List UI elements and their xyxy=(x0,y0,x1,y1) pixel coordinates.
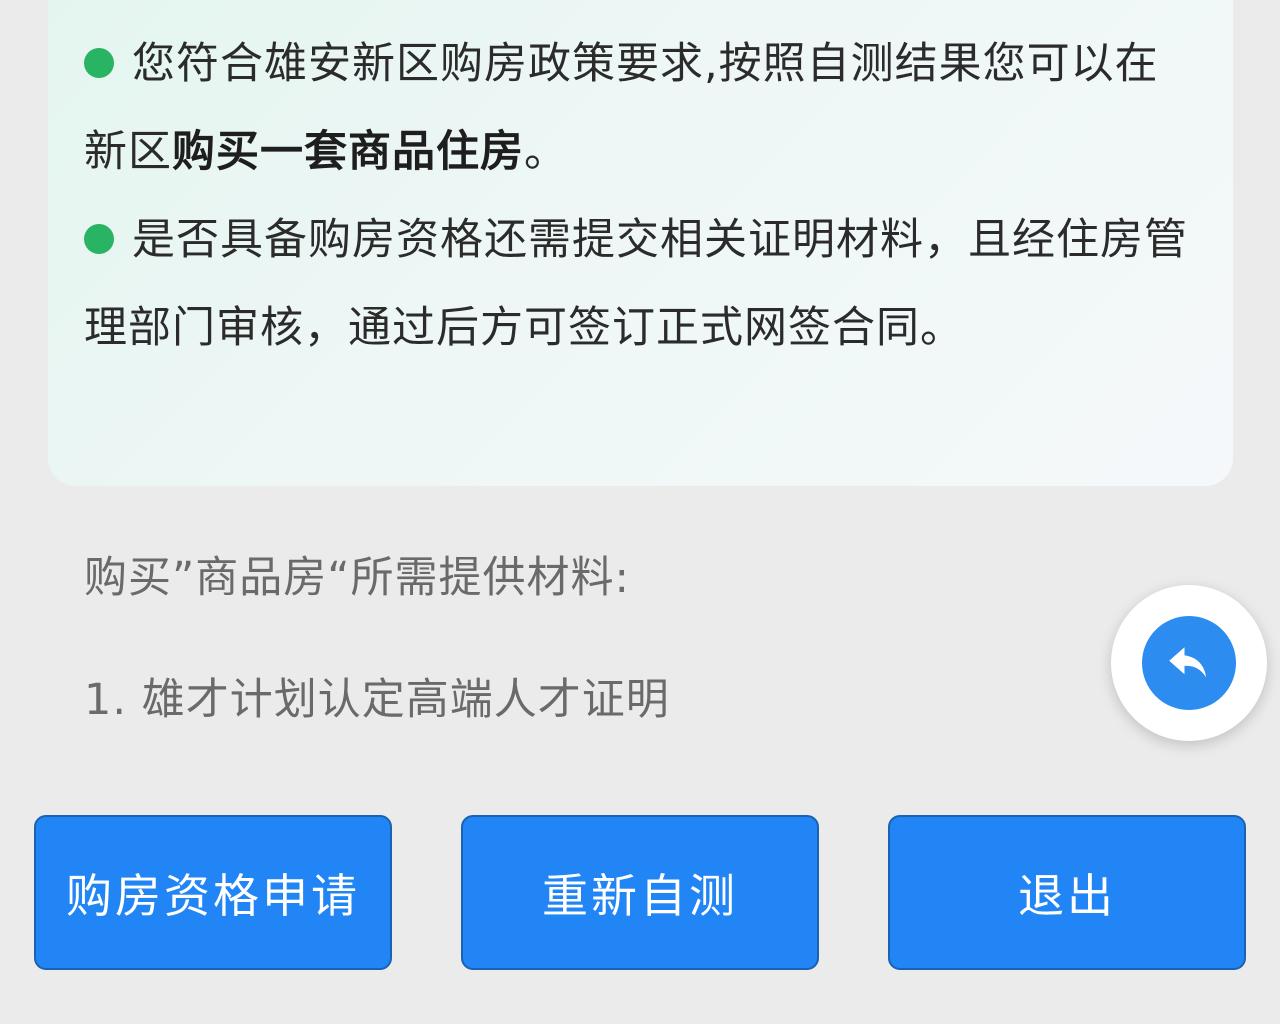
materials-list-item: 1. 雄才计划认定高端人才证明 xyxy=(84,675,670,725)
notice-verification: 是否具备购房资格还需提交相关证明材料，且经住房管理部门审核，通过后方可签订正式网… xyxy=(84,196,1193,372)
exit-button[interactable]: 退出 xyxy=(888,815,1246,970)
undo-arrow-icon xyxy=(1169,647,1207,678)
floating-back-button-circle[interactable] xyxy=(1142,616,1236,710)
retest-button[interactable]: 重新自测 xyxy=(461,815,819,970)
materials-title: 购买”商品房“所需提供材料: xyxy=(84,553,631,603)
notice-eligible-highlight: 购买一套商品住房 xyxy=(172,127,524,177)
green-bullet-icon xyxy=(84,223,114,254)
notice-eligible: 您符合雄安新区购房政策要求,按照自测结果您可以在新区购买一套商品住房。 xyxy=(84,20,1193,196)
apply-qualification-button[interactable]: 购房资格申请 xyxy=(34,815,392,970)
floating-back-button[interactable] xyxy=(1111,585,1267,741)
result-card: 您符合雄安新区购房政策要求,按照自测结果您可以在新区购买一套商品住房。 是否具备… xyxy=(48,0,1233,486)
notice-eligible-end: 。 xyxy=(524,127,568,177)
green-bullet-icon xyxy=(84,47,114,78)
notice-verification-text: 是否具备购房资格还需提交相关证明材料，且经住房管理部门审核，通过后方可签订正式网… xyxy=(84,215,1188,353)
